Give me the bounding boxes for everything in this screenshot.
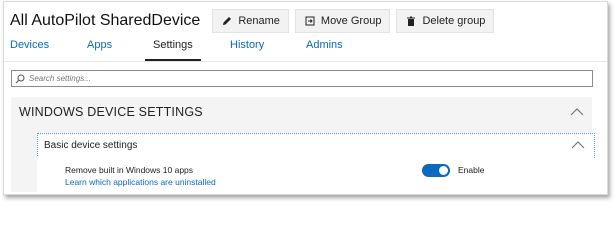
chevron-up-icon[interactable]: [570, 107, 584, 117]
basic-device-settings-header[interactable]: Basic device settings: [37, 133, 595, 158]
rename-label: Rename: [238, 15, 280, 27]
delete-group-button[interactable]: Delete group: [396, 9, 495, 33]
tab-apps[interactable]: Apps: [87, 37, 112, 59]
pencil-icon: [223, 17, 232, 25]
tab-settings[interactable]: Settings: [145, 37, 201, 61]
enable-toggle[interactable]: [422, 164, 450, 177]
setting-row: Remove built in Windows 10 apps Learn wh…: [37, 157, 593, 192]
tab-bar: Devices Apps Settings History Admins: [4, 37, 607, 62]
tab-devices[interactable]: Devices: [10, 37, 49, 59]
page-header: All AutoPilot SharedDevice Rename Move G…: [10, 8, 500, 34]
page-title: All AutoPilot SharedDevice: [10, 12, 201, 29]
learn-more-link[interactable]: Learn which applications are uninstalled: [65, 177, 216, 187]
tab-admins[interactable]: Admins: [306, 37, 343, 59]
section-header[interactable]: WINDOWS DEVICE SETTINGS: [11, 97, 592, 127]
trash-icon: [407, 16, 416, 26]
search-box: [11, 70, 593, 87]
setting-label: Remove built in Windows 10 apps: [65, 165, 194, 175]
rename-button[interactable]: Rename: [212, 9, 289, 33]
windows-device-settings-section: WINDOWS DEVICE SETTINGS Basic device set…: [11, 97, 595, 192]
chevron-up-icon[interactable]: [571, 140, 585, 150]
delete-group-label: Delete group: [422, 15, 486, 27]
toggle-knob: [439, 166, 448, 175]
search-icon: [15, 74, 25, 83]
move-icon: [305, 16, 315, 26]
subsection-title: Basic device settings: [44, 140, 138, 151]
move-group-button[interactable]: Move Group: [294, 9, 391, 33]
toggle-label: Enable: [458, 165, 485, 175]
move-group-label: Move Group: [320, 15, 382, 27]
tab-history[interactable]: History: [230, 37, 264, 59]
search-input[interactable]: [29, 74, 569, 83]
section-title: WINDOWS DEVICE SETTINGS: [19, 105, 203, 119]
app-window: All AutoPilot SharedDevice Rename Move G…: [3, 1, 608, 195]
